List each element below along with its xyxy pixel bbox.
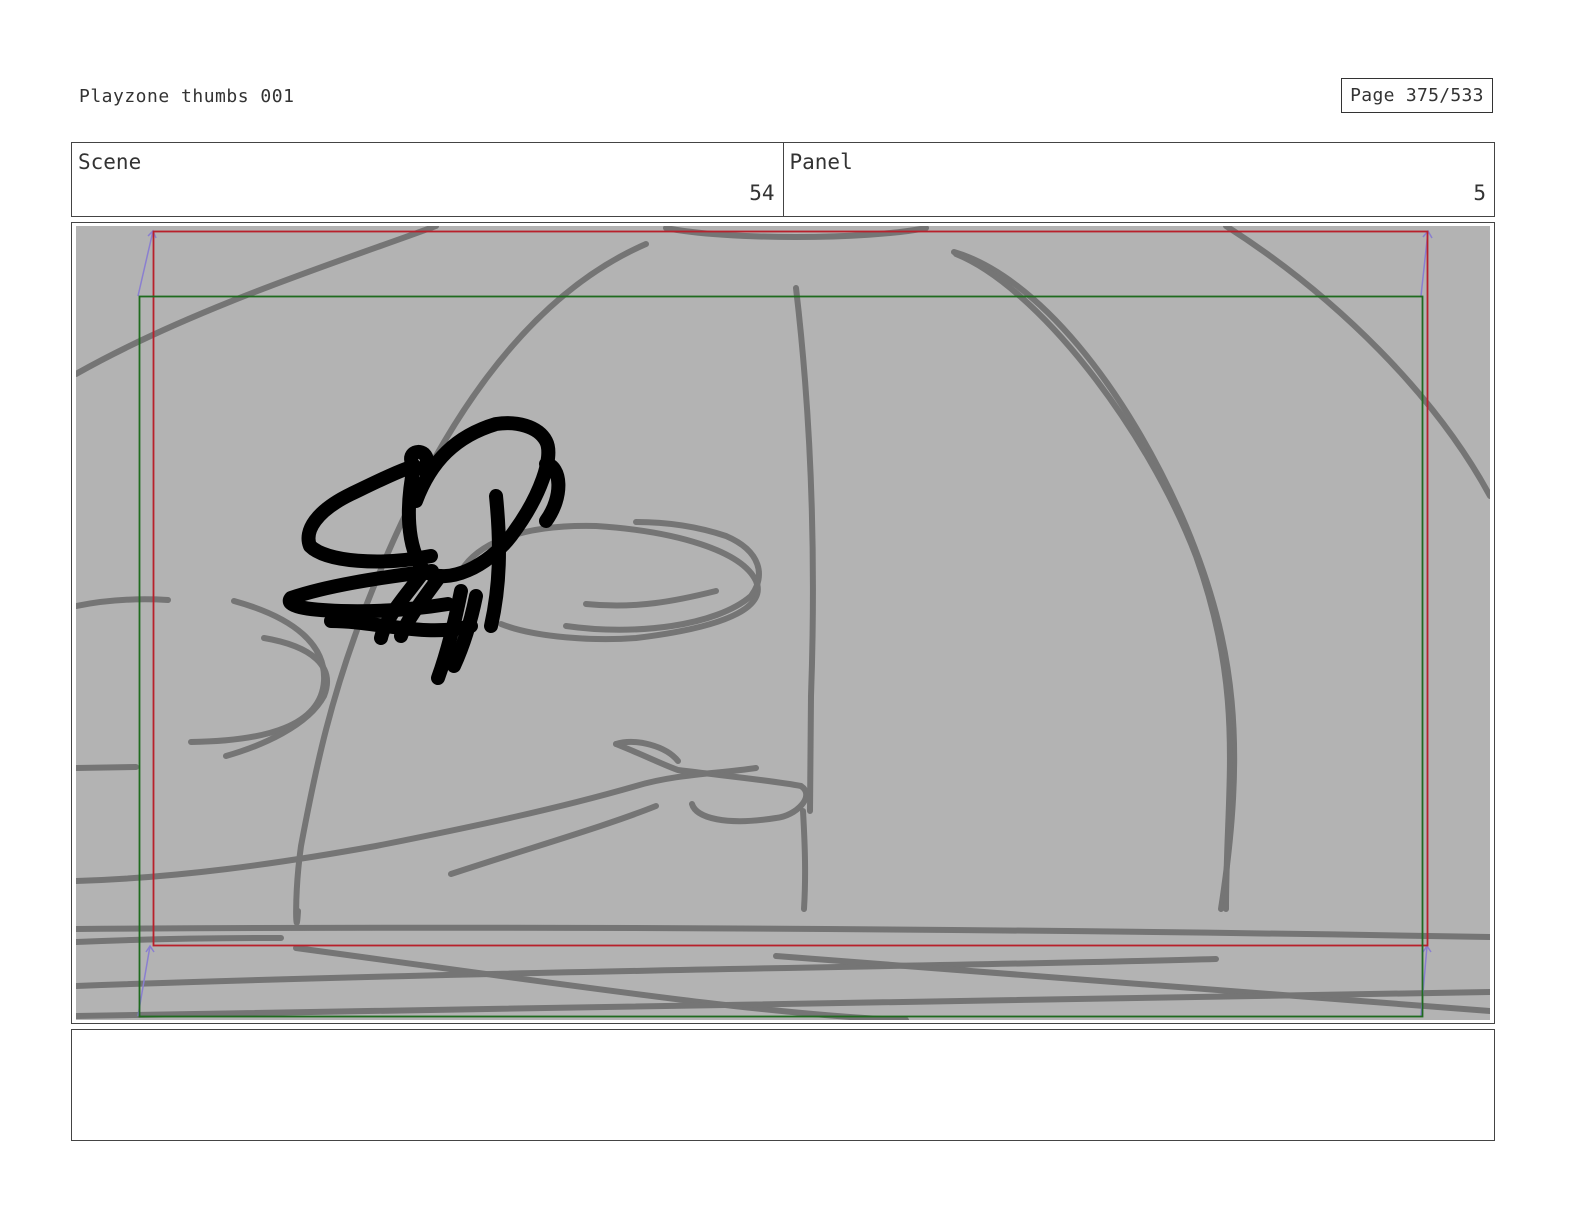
panel-number: 5: [1473, 181, 1486, 205]
scene-number: 54: [749, 181, 775, 205]
scene-label: Scene: [78, 150, 142, 174]
document-title: Playzone thumbs 001: [79, 86, 295, 107]
scene-panel-info: Scene 54 Panel 5: [71, 142, 1495, 217]
page-counter: Page 375/533: [1341, 78, 1493, 113]
panel-cell: Panel 5: [782, 143, 1495, 216]
panel-notes-box: [71, 1029, 1495, 1141]
storyboard-panel: [71, 222, 1495, 1024]
panel-sketch: [76, 226, 1490, 1020]
scene-cell: Scene 54: [72, 143, 783, 216]
panel-label: Panel: [789, 150, 853, 174]
